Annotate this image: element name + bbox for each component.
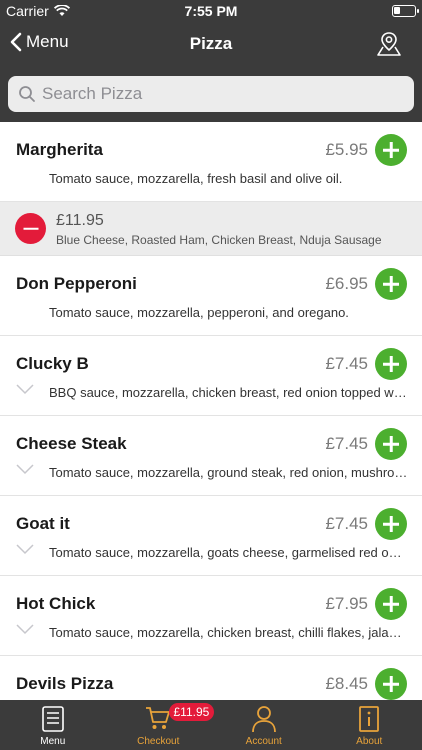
basket-item-description: Blue Cheese, Roasted Ham, Chicken Breast… — [56, 233, 382, 247]
list-item[interactable]: Goat it £7.45 Tomato sauce, mozzarella, … — [0, 496, 422, 576]
tab-menu[interactable]: Menu — [0, 700, 106, 750]
add-button[interactable] — [375, 268, 407, 300]
item-price: £7.95 — [325, 594, 368, 613]
chevron-down-icon[interactable] — [15, 543, 35, 555]
item-price: £7.45 — [325, 514, 368, 533]
item-name: Cheese Steak — [16, 434, 127, 453]
account-icon — [251, 706, 276, 733]
item-price: £7.45 — [325, 354, 368, 373]
item-description: BBQ sauce, mozzarella, chicken breast, r… — [49, 385, 408, 400]
map-pin-icon — [377, 32, 401, 56]
tab-account[interactable]: Account — [211, 700, 317, 750]
checkout-badge: £11.95 — [168, 703, 215, 721]
tab-about-label: About — [356, 736, 383, 747]
item-name: Hot Chick — [16, 594, 96, 613]
item-name: Don Pepperoni — [16, 274, 137, 293]
item-price: £6.95 — [325, 274, 368, 293]
item-price: £7.45 — [325, 434, 368, 453]
remove-button[interactable] — [15, 213, 46, 244]
clock: 7:55 PM — [184, 3, 238, 19]
search-input[interactable]: Search Pizza — [8, 76, 414, 112]
item-description: Tomato sauce, mozzarella, pepperoni, and… — [49, 305, 349, 320]
search-placeholder: Search Pizza — [42, 84, 143, 103]
add-button[interactable] — [375, 508, 407, 540]
chevron-down-icon[interactable] — [15, 623, 35, 635]
add-button[interactable] — [375, 588, 407, 620]
add-button[interactable] — [375, 348, 407, 380]
list-item[interactable]: Cheese Steak £7.45 Tomato sauce, mozzare… — [0, 416, 422, 496]
tab-menu-label: Menu — [40, 736, 66, 747]
list-item[interactable]: Hot Chick £7.95 Tomato sauce, mozzarella… — [0, 576, 422, 656]
info-icon — [359, 706, 380, 732]
item-price: £8.45 — [325, 674, 368, 693]
tab-checkout[interactable]: £11.95 Checkout — [106, 700, 215, 750]
status-bar: Carrier 7:55 PM — [0, 0, 422, 22]
battery-icon — [392, 5, 419, 17]
item-name: Goat it — [16, 514, 70, 533]
add-button[interactable] — [375, 428, 407, 460]
menu-book-icon — [41, 706, 64, 732]
page-title: Pizza — [189, 34, 233, 53]
pizza-list: Margherita £5.95 Tomato sauce, mozzarell… — [0, 122, 422, 700]
add-button[interactable] — [375, 668, 407, 700]
navigation-bar: Menu Pizza — [0, 26, 422, 64]
item-description: Tomato sauce, mozzarella, chicken breast… — [49, 625, 408, 640]
list-item[interactable]: Don Pepperoni £6.95 Tomato sauce, mozzar… — [0, 256, 422, 336]
chevron-down-icon[interactable] — [15, 463, 35, 475]
list-item[interactable]: Clucky B £7.45 BBQ sauce, mozzarella, ch… — [0, 336, 422, 416]
basket-item-price: £11.95 — [56, 212, 104, 229]
list-item[interactable]: Margherita £5.95 Tomato sauce, mozzarell… — [0, 122, 422, 202]
tab-bar: Menu £11.95 Checkout Account About — [0, 700, 422, 750]
item-description: Tomato sauce, mozzarella, ground steak, … — [49, 465, 408, 480]
chevron-down-icon[interactable] — [15, 383, 35, 395]
item-name: Clucky B — [16, 354, 89, 373]
tab-account-label: Account — [245, 736, 282, 747]
item-name: Devils Pizza — [16, 674, 114, 693]
list-item[interactable]: Devils Pizza £8.45 — [0, 656, 422, 700]
map-pin-button[interactable] — [376, 30, 402, 63]
basket-item-row[interactable]: £11.95 Blue Cheese, Roasted Ham, Chicken… — [0, 202, 422, 256]
item-description: Tomato sauce, mozzarella, fresh basil an… — [49, 171, 343, 186]
item-name: Margherita — [16, 140, 103, 159]
cart-icon — [146, 707, 171, 729]
add-button[interactable] — [375, 134, 407, 166]
search-icon — [19, 86, 35, 102]
tab-about[interactable]: About — [317, 700, 422, 750]
tab-checkout-label: Checkout — [137, 736, 180, 747]
item-price: £5.95 — [325, 140, 368, 159]
item-description: Tomato sauce, mozzarella, goats cheese, … — [49, 545, 408, 560]
header: Carrier 7:55 PM Menu Pizza Search Pizza — [0, 0, 422, 122]
